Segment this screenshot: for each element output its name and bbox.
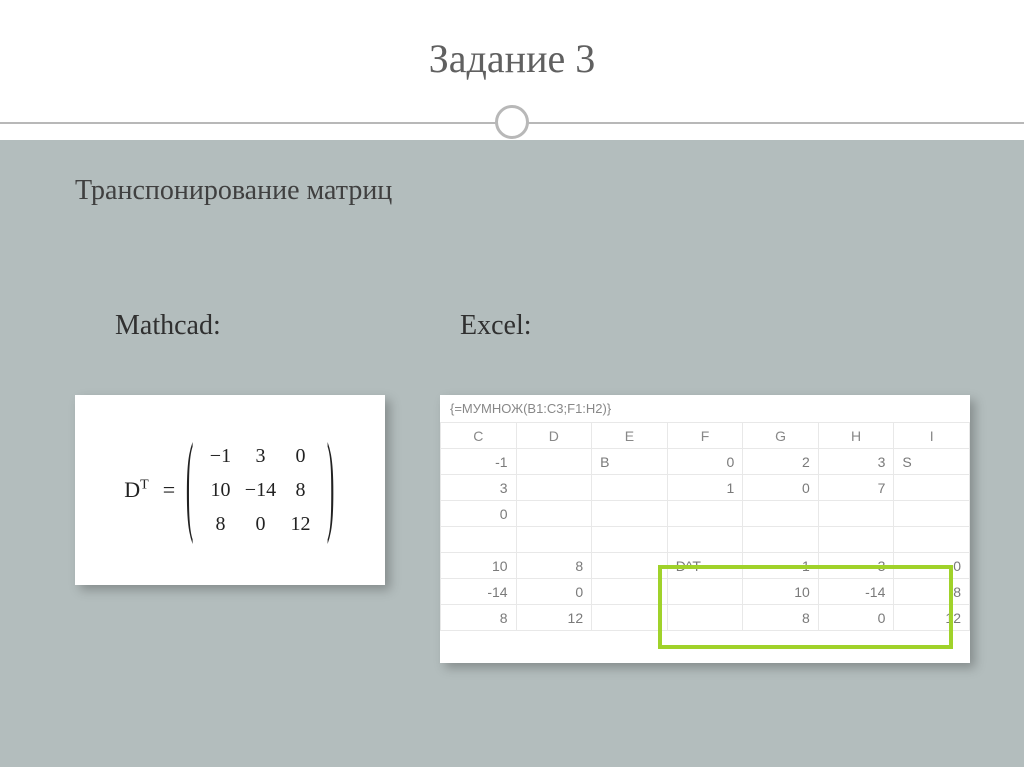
cell (894, 475, 970, 501)
cell: -14 (818, 579, 894, 605)
excel-header-row: C D E F G H I (441, 423, 970, 449)
cell: 10 (441, 553, 517, 579)
cell (516, 475, 592, 501)
cell (818, 527, 894, 553)
cell: 0 (667, 449, 743, 475)
circle-decoration-icon (495, 105, 529, 139)
col-header: G (743, 423, 819, 449)
cell (592, 527, 668, 553)
cell: 8 (516, 553, 592, 579)
cell (667, 579, 743, 605)
cell (894, 527, 970, 553)
cell: B (592, 449, 668, 475)
table-row: -1 B 0 2 3 S (441, 449, 970, 475)
matrix-cell: 10 (200, 473, 240, 507)
table-row: 0 (441, 501, 970, 527)
table-row: 3 1 0 7 (441, 475, 970, 501)
matrix-symbol: DT (124, 477, 148, 503)
symbol-d: D (124, 477, 140, 502)
cell (516, 449, 592, 475)
cell: 8 (743, 605, 819, 631)
cell (516, 501, 592, 527)
cell: 0 (894, 553, 970, 579)
cell (894, 501, 970, 527)
label-excel: Excel: (460, 310, 532, 342)
cell: 8 (441, 605, 517, 631)
matrix-cell: −1 (200, 439, 240, 473)
cell: 0 (818, 605, 894, 631)
matrix-cell: 0 (280, 439, 320, 473)
cell: 12 (894, 605, 970, 631)
col-header: I (894, 423, 970, 449)
cell (592, 553, 668, 579)
mathcad-equation: DT = ( −1 3 0 10 −14 8 8 0 12 ) (124, 439, 336, 541)
cell (743, 501, 819, 527)
subtitle: Транспонирование матриц (75, 175, 392, 207)
cell: S (894, 449, 970, 475)
excel-panel: {=МУМНОЖ(B1:C3;F1:H2)} C D E F G H I -1 … (440, 395, 970, 663)
col-header: D (516, 423, 592, 449)
cell: 1 (667, 475, 743, 501)
formula-bar: {=МУМНОЖ(B1:C3;F1:H2)} (440, 395, 970, 422)
cell (667, 501, 743, 527)
matrix-grid: −1 3 0 10 −14 8 8 0 12 (200, 439, 320, 541)
slide-title: Задание 3 (0, 0, 1024, 82)
cell: 2 (743, 449, 819, 475)
table-row: 10 8 D^T -1 3 0 (441, 553, 970, 579)
matrix-cell: 12 (280, 507, 320, 541)
cell (667, 605, 743, 631)
matrix-cell: −14 (240, 473, 280, 507)
cell: 10 (743, 579, 819, 605)
cell: 3 (818, 553, 894, 579)
col-header: E (592, 423, 668, 449)
label-mathcad: Mathcad: (115, 310, 221, 342)
cell: -1 (441, 449, 517, 475)
matrix-cell: 0 (240, 507, 280, 541)
cell: 8 (894, 579, 970, 605)
header-area: Задание 3 (0, 0, 1024, 140)
matrix-cell: 8 (200, 507, 240, 541)
symbol-t: T (140, 478, 149, 493)
matrix-cell: 8 (280, 473, 320, 507)
cell: 0 (743, 475, 819, 501)
table-row: -14 0 10 -14 8 (441, 579, 970, 605)
cell (592, 475, 668, 501)
cell (441, 527, 517, 553)
table-row: 8 12 8 0 12 (441, 605, 970, 631)
mathcad-panel: DT = ( −1 3 0 10 −14 8 8 0 12 ) (75, 395, 385, 585)
cell (818, 501, 894, 527)
cell (592, 501, 668, 527)
cell (592, 605, 668, 631)
cell (743, 527, 819, 553)
col-header: C (441, 423, 517, 449)
cell (516, 527, 592, 553)
cell: 12 (516, 605, 592, 631)
cell: 3 (441, 475, 517, 501)
cell: 3 (818, 449, 894, 475)
equals-sign: = (163, 477, 175, 503)
table-row (441, 527, 970, 553)
cell (592, 579, 668, 605)
matrix-cell: 3 (240, 439, 280, 473)
cell (667, 527, 743, 553)
cell: 7 (818, 475, 894, 501)
col-header: H (818, 423, 894, 449)
slide: Задание 3 Транспонирование матриц Mathca… (0, 0, 1024, 767)
cell: 0 (441, 501, 517, 527)
body-area: Транспонирование матриц Mathcad: Excel: … (0, 140, 1024, 767)
cell: -14 (441, 579, 517, 605)
col-header: F (667, 423, 743, 449)
cell: 0 (516, 579, 592, 605)
excel-grid: C D E F G H I -1 B 0 2 3 S (440, 422, 970, 631)
cell: D^T (667, 553, 743, 579)
cell: -1 (743, 553, 819, 579)
